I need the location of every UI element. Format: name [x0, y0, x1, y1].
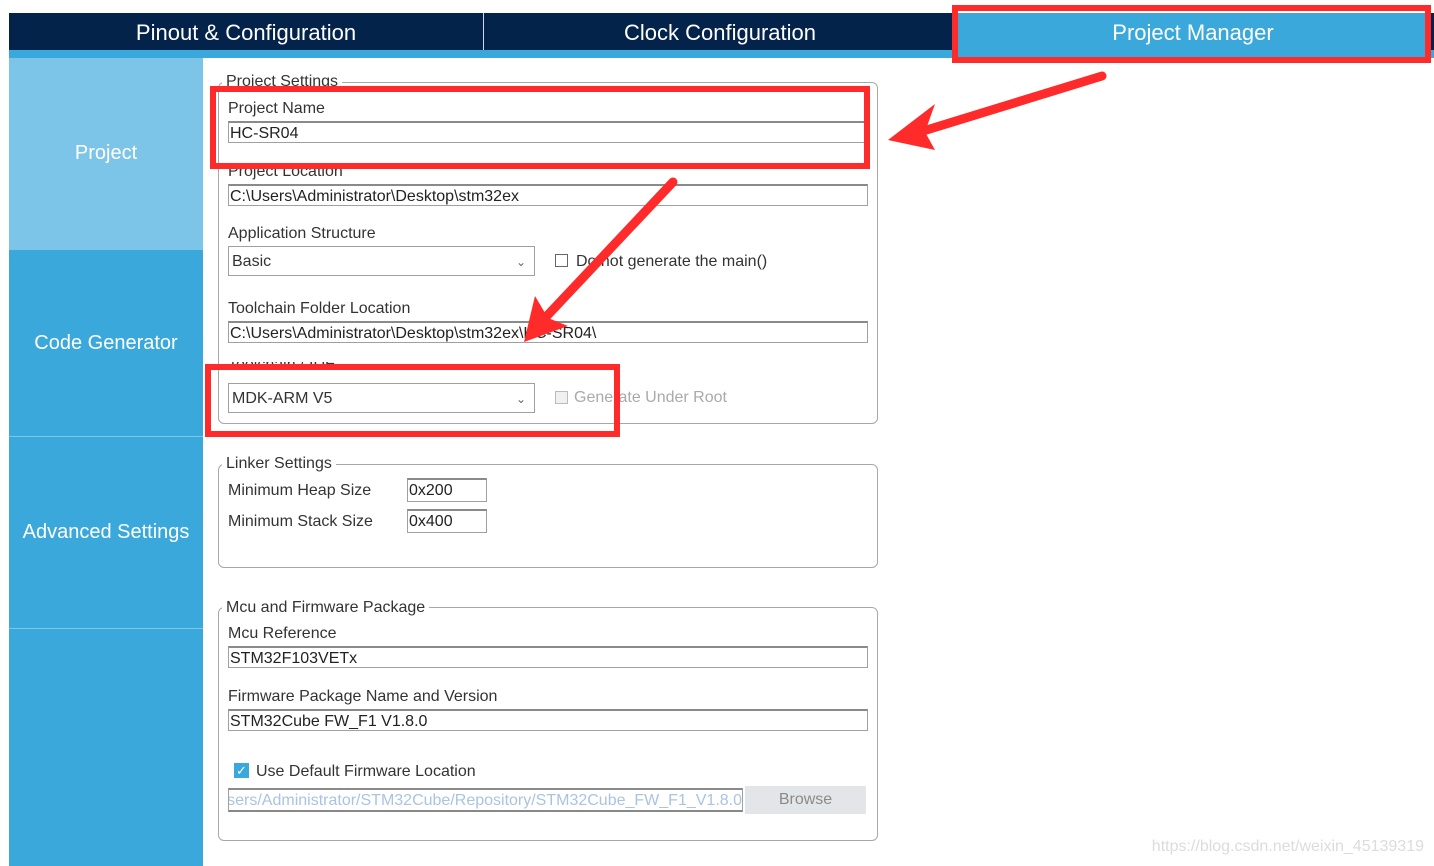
annotation-arrows — [524, 71, 1107, 342]
arrow-line — [915, 71, 1107, 137]
arrow-line — [540, 177, 678, 323]
